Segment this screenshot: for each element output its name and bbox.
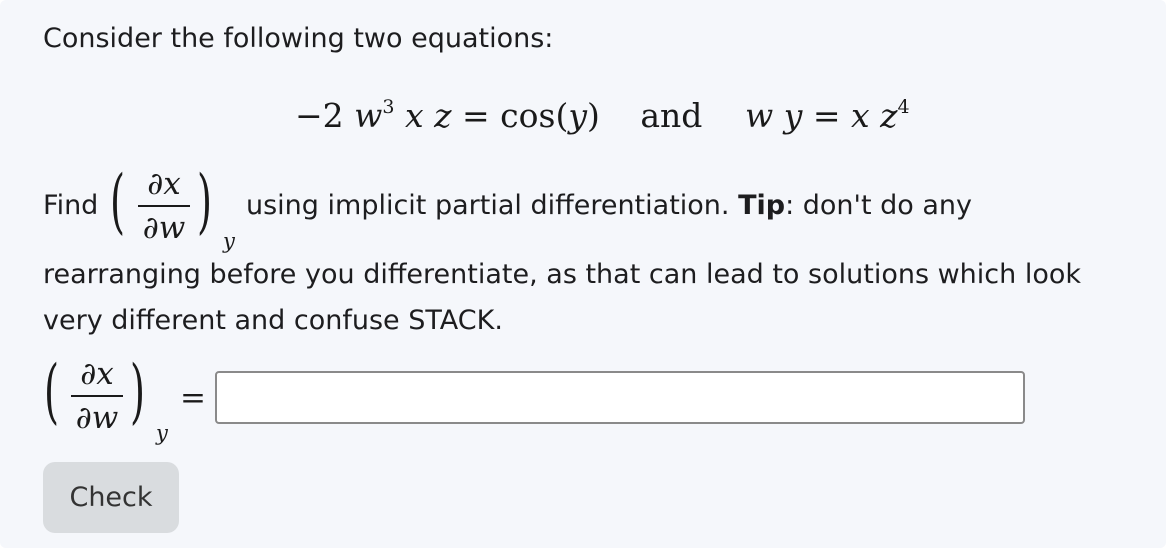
answer-input[interactable] — [215, 371, 1025, 424]
eq2-w: w — [744, 96, 774, 135]
and-word: and — [640, 96, 703, 135]
partial-denominator-1: ∂w — [142, 210, 186, 246]
equations-display: −2 w3 x z = cos(y) and w y = x z4 — [295, 96, 910, 141]
eq2-z-exponent: 4 — [897, 96, 910, 118]
fraction-bar-2 — [71, 395, 123, 397]
left-paren-1: ( — [110, 160, 126, 242]
eq2-x: x — [851, 96, 870, 135]
held-constant-2: y — [156, 421, 168, 445]
check-button[interactable]: Check — [43, 462, 179, 533]
tip-label: Tip — [738, 190, 786, 221]
intro-text: Consider the following two equations: — [43, 23, 554, 54]
eq2-y: y — [783, 96, 803, 135]
answer-equals-sign: = — [180, 380, 206, 416]
find-word: Find — [43, 190, 99, 221]
fraction-bar-1 — [138, 205, 190, 207]
eq1-equals: = — [462, 96, 490, 135]
eq1-rhs-close: ) — [587, 96, 600, 135]
eq1-coefficient: −2 — [295, 96, 344, 135]
eq1-w: w — [354, 96, 383, 135]
left-paren-2: ( — [44, 350, 60, 432]
tip-text: : don't do any — [785, 190, 973, 221]
eq1-w-exponent: 3 — [382, 96, 395, 118]
eq1-rhs: cos( — [500, 96, 569, 135]
eq1-z: z — [434, 96, 452, 135]
partial-derivative-2: ∂x ∂w — [71, 356, 123, 436]
partial-numerator-2: ∂x — [80, 356, 114, 392]
partial-derivative-1: ∂x ∂w — [138, 166, 190, 246]
instruction-line-2: rearranging before you differentiate, as… — [43, 259, 1082, 290]
right-paren-2: ) — [130, 350, 146, 432]
question-panel: Consider the following two equations: −2… — [0, 0, 1166, 548]
eq2-equals: = — [812, 96, 841, 135]
partial-denominator-2: ∂w — [75, 400, 119, 436]
eq1-rhs-var: y — [568, 96, 587, 135]
partial-numerator-1: ∂x — [147, 166, 181, 202]
eq1-x: x — [405, 96, 424, 135]
eq2-z: z — [880, 96, 898, 135]
held-constant-1: y — [223, 229, 235, 253]
instruction-text: using implicit partial differentiation. — [246, 190, 730, 221]
instruction-line-3: very different and confuse STACK. — [43, 305, 503, 336]
right-paren-1: ) — [197, 160, 213, 242]
instruction-line-1: using implicit partial differentiation. … — [246, 189, 972, 223]
